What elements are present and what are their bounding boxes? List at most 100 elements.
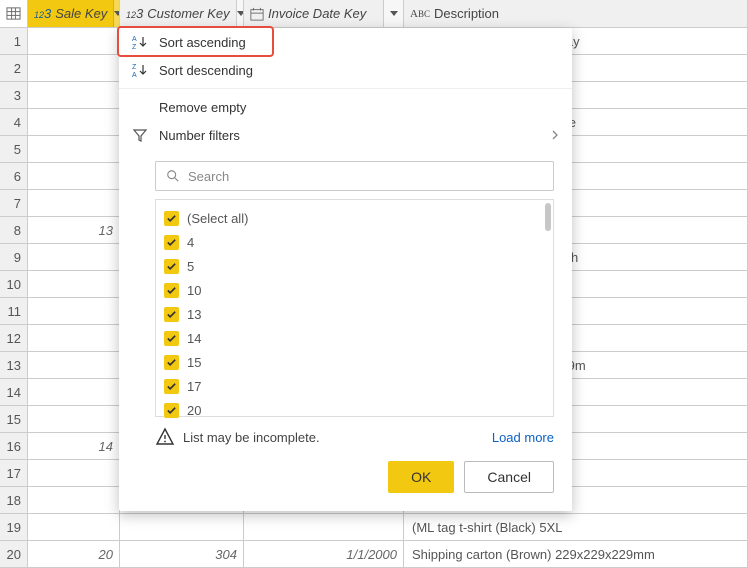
header-label: Invoice Date Key <box>268 6 366 21</box>
svg-text:Z: Z <box>132 44 137 50</box>
table-row[interactable]: 19 (ML tag t-shirt (Black) 5XL <box>0 514 748 541</box>
row-number: 4 <box>0 109 28 135</box>
cell-description[interactable]: Shipping carton (Brown) 229x229x229mm <box>404 541 748 567</box>
menu-label: Sort ascending <box>159 35 246 50</box>
sort-ascending-item[interactable]: AZ Sort ascending <box>119 28 572 56</box>
cell-sale[interactable] <box>28 244 120 270</box>
row-number: 2 <box>0 55 28 81</box>
filter-value-item[interactable]: 10 <box>164 278 549 302</box>
filter-value-item[interactable]: 15 <box>164 350 549 374</box>
checkbox-icon[interactable] <box>164 331 179 346</box>
cell-sale[interactable] <box>28 271 120 297</box>
cell-sale[interactable] <box>28 406 120 432</box>
cell-sale[interactable] <box>28 352 120 378</box>
table-row[interactable]: 20203041/1/2000Shipping carton (Brown) 2… <box>0 541 748 568</box>
chevron-right-icon <box>550 130 560 140</box>
filter-dropdown-customer[interactable] <box>236 0 244 27</box>
cell-description[interactable]: (ML tag t-shirt (Black) 5XL <box>404 514 748 540</box>
cancel-button[interactable]: Cancel <box>464 461 554 493</box>
checkbox-icon[interactable] <box>164 379 179 394</box>
checkbox-icon[interactable] <box>164 403 179 418</box>
cell-sale[interactable] <box>28 109 120 135</box>
cell-sale[interactable]: 13 <box>28 217 120 243</box>
column-header-sale-key[interactable]: 123Sale Key <box>28 0 120 27</box>
menu-label: Number filters <box>159 128 240 143</box>
cell-sale[interactable] <box>28 55 120 81</box>
cell-sale[interactable] <box>28 163 120 189</box>
header-label: Sale Key <box>55 6 107 21</box>
filter-value-label: 15 <box>187 355 201 370</box>
cell-sale[interactable] <box>28 379 120 405</box>
filter-value-item[interactable]: 13 <box>164 302 549 326</box>
row-number: 20 <box>0 541 28 567</box>
scrollbar-thumb[interactable] <box>545 203 551 231</box>
column-header-invoice-date[interactable]: Invoice Date Key <box>244 0 404 27</box>
cell-customer[interactable]: 304 <box>120 541 244 567</box>
row-number: 14 <box>0 379 28 405</box>
header-label: Customer Key <box>147 6 229 21</box>
filter-value-item[interactable]: 20 <box>164 398 549 422</box>
cell-sale[interactable] <box>28 82 120 108</box>
cell-sale[interactable] <box>28 28 120 54</box>
row-number: 3 <box>0 82 28 108</box>
search-input[interactable] <box>188 169 543 184</box>
filter-value-label: 5 <box>187 259 194 274</box>
row-number: 10 <box>0 271 28 297</box>
sort-desc-icon: ZA <box>131 62 149 78</box>
header-label: Description <box>434 6 499 21</box>
sort-asc-icon: AZ <box>131 34 149 50</box>
search-input-wrapper[interactable] <box>155 161 554 191</box>
checkbox-icon[interactable] <box>164 307 179 322</box>
cell-sale[interactable] <box>28 298 120 324</box>
cell-customer[interactable] <box>120 514 244 540</box>
row-number: 7 <box>0 190 28 216</box>
row-number: 9 <box>0 244 28 270</box>
search-icon <box>166 169 180 183</box>
filter-value-item[interactable]: 4 <box>164 230 549 254</box>
cell-sale[interactable] <box>28 136 120 162</box>
filter-value-label: (Select all) <box>187 211 248 226</box>
table-corner-icon[interactable] <box>0 0 28 27</box>
filter-value-item[interactable]: 17 <box>164 374 549 398</box>
remove-empty-item[interactable]: Remove empty <box>119 93 572 121</box>
checkbox-icon[interactable] <box>164 355 179 370</box>
row-number: 16 <box>0 433 28 459</box>
filter-value-item[interactable]: 5 <box>164 254 549 278</box>
filter-value-label: 4 <box>187 235 194 250</box>
row-number: 11 <box>0 298 28 324</box>
checkbox-icon[interactable] <box>164 211 179 226</box>
filter-value-item[interactable]: 14 <box>164 326 549 350</box>
cell-sale[interactable] <box>28 514 120 540</box>
row-number: 1 <box>0 28 28 54</box>
incomplete-message: List may be incomplete. <box>183 430 320 445</box>
sort-descending-item[interactable]: ZA Sort descending <box>119 56 572 84</box>
filter-value-label: 10 <box>187 283 201 298</box>
header-row: 123Sale Key 123Customer Key Invoice Date… <box>0 0 748 28</box>
ok-button[interactable]: OK <box>388 461 454 493</box>
filter-dropdown-invoice[interactable] <box>383 0 403 27</box>
number-filters-item[interactable]: Number filters <box>119 121 572 149</box>
cell-invoice-date[interactable] <box>244 514 404 540</box>
row-number: 19 <box>0 514 28 540</box>
cell-sale[interactable] <box>28 487 120 513</box>
row-number: 12 <box>0 325 28 351</box>
menu-label: Remove empty <box>159 100 246 115</box>
cell-invoice-date[interactable]: 1/1/2000 <box>244 541 404 567</box>
select-all-item[interactable]: (Select all) <box>164 206 549 230</box>
filter-value-label: 20 <box>187 403 201 418</box>
cell-sale[interactable]: 20 <box>28 541 120 567</box>
cell-sale[interactable] <box>28 460 120 486</box>
column-header-description[interactable]: ABCDescription <box>404 0 748 27</box>
funnel-icon <box>131 127 149 143</box>
cell-sale[interactable]: 14 <box>28 433 120 459</box>
checkbox-icon[interactable] <box>164 283 179 298</box>
column-header-customer-key[interactable]: 123Customer Key <box>120 0 244 27</box>
filter-dropdown-sale[interactable] <box>113 0 120 27</box>
cell-sale[interactable] <box>28 325 120 351</box>
checkbox-icon[interactable] <box>164 235 179 250</box>
load-more-link[interactable]: Load more <box>492 430 554 445</box>
filter-menu: AZ Sort ascending ZA Sort descending Rem… <box>119 28 572 511</box>
cell-sale[interactable] <box>28 190 120 216</box>
checkbox-icon[interactable] <box>164 259 179 274</box>
row-number: 13 <box>0 352 28 378</box>
